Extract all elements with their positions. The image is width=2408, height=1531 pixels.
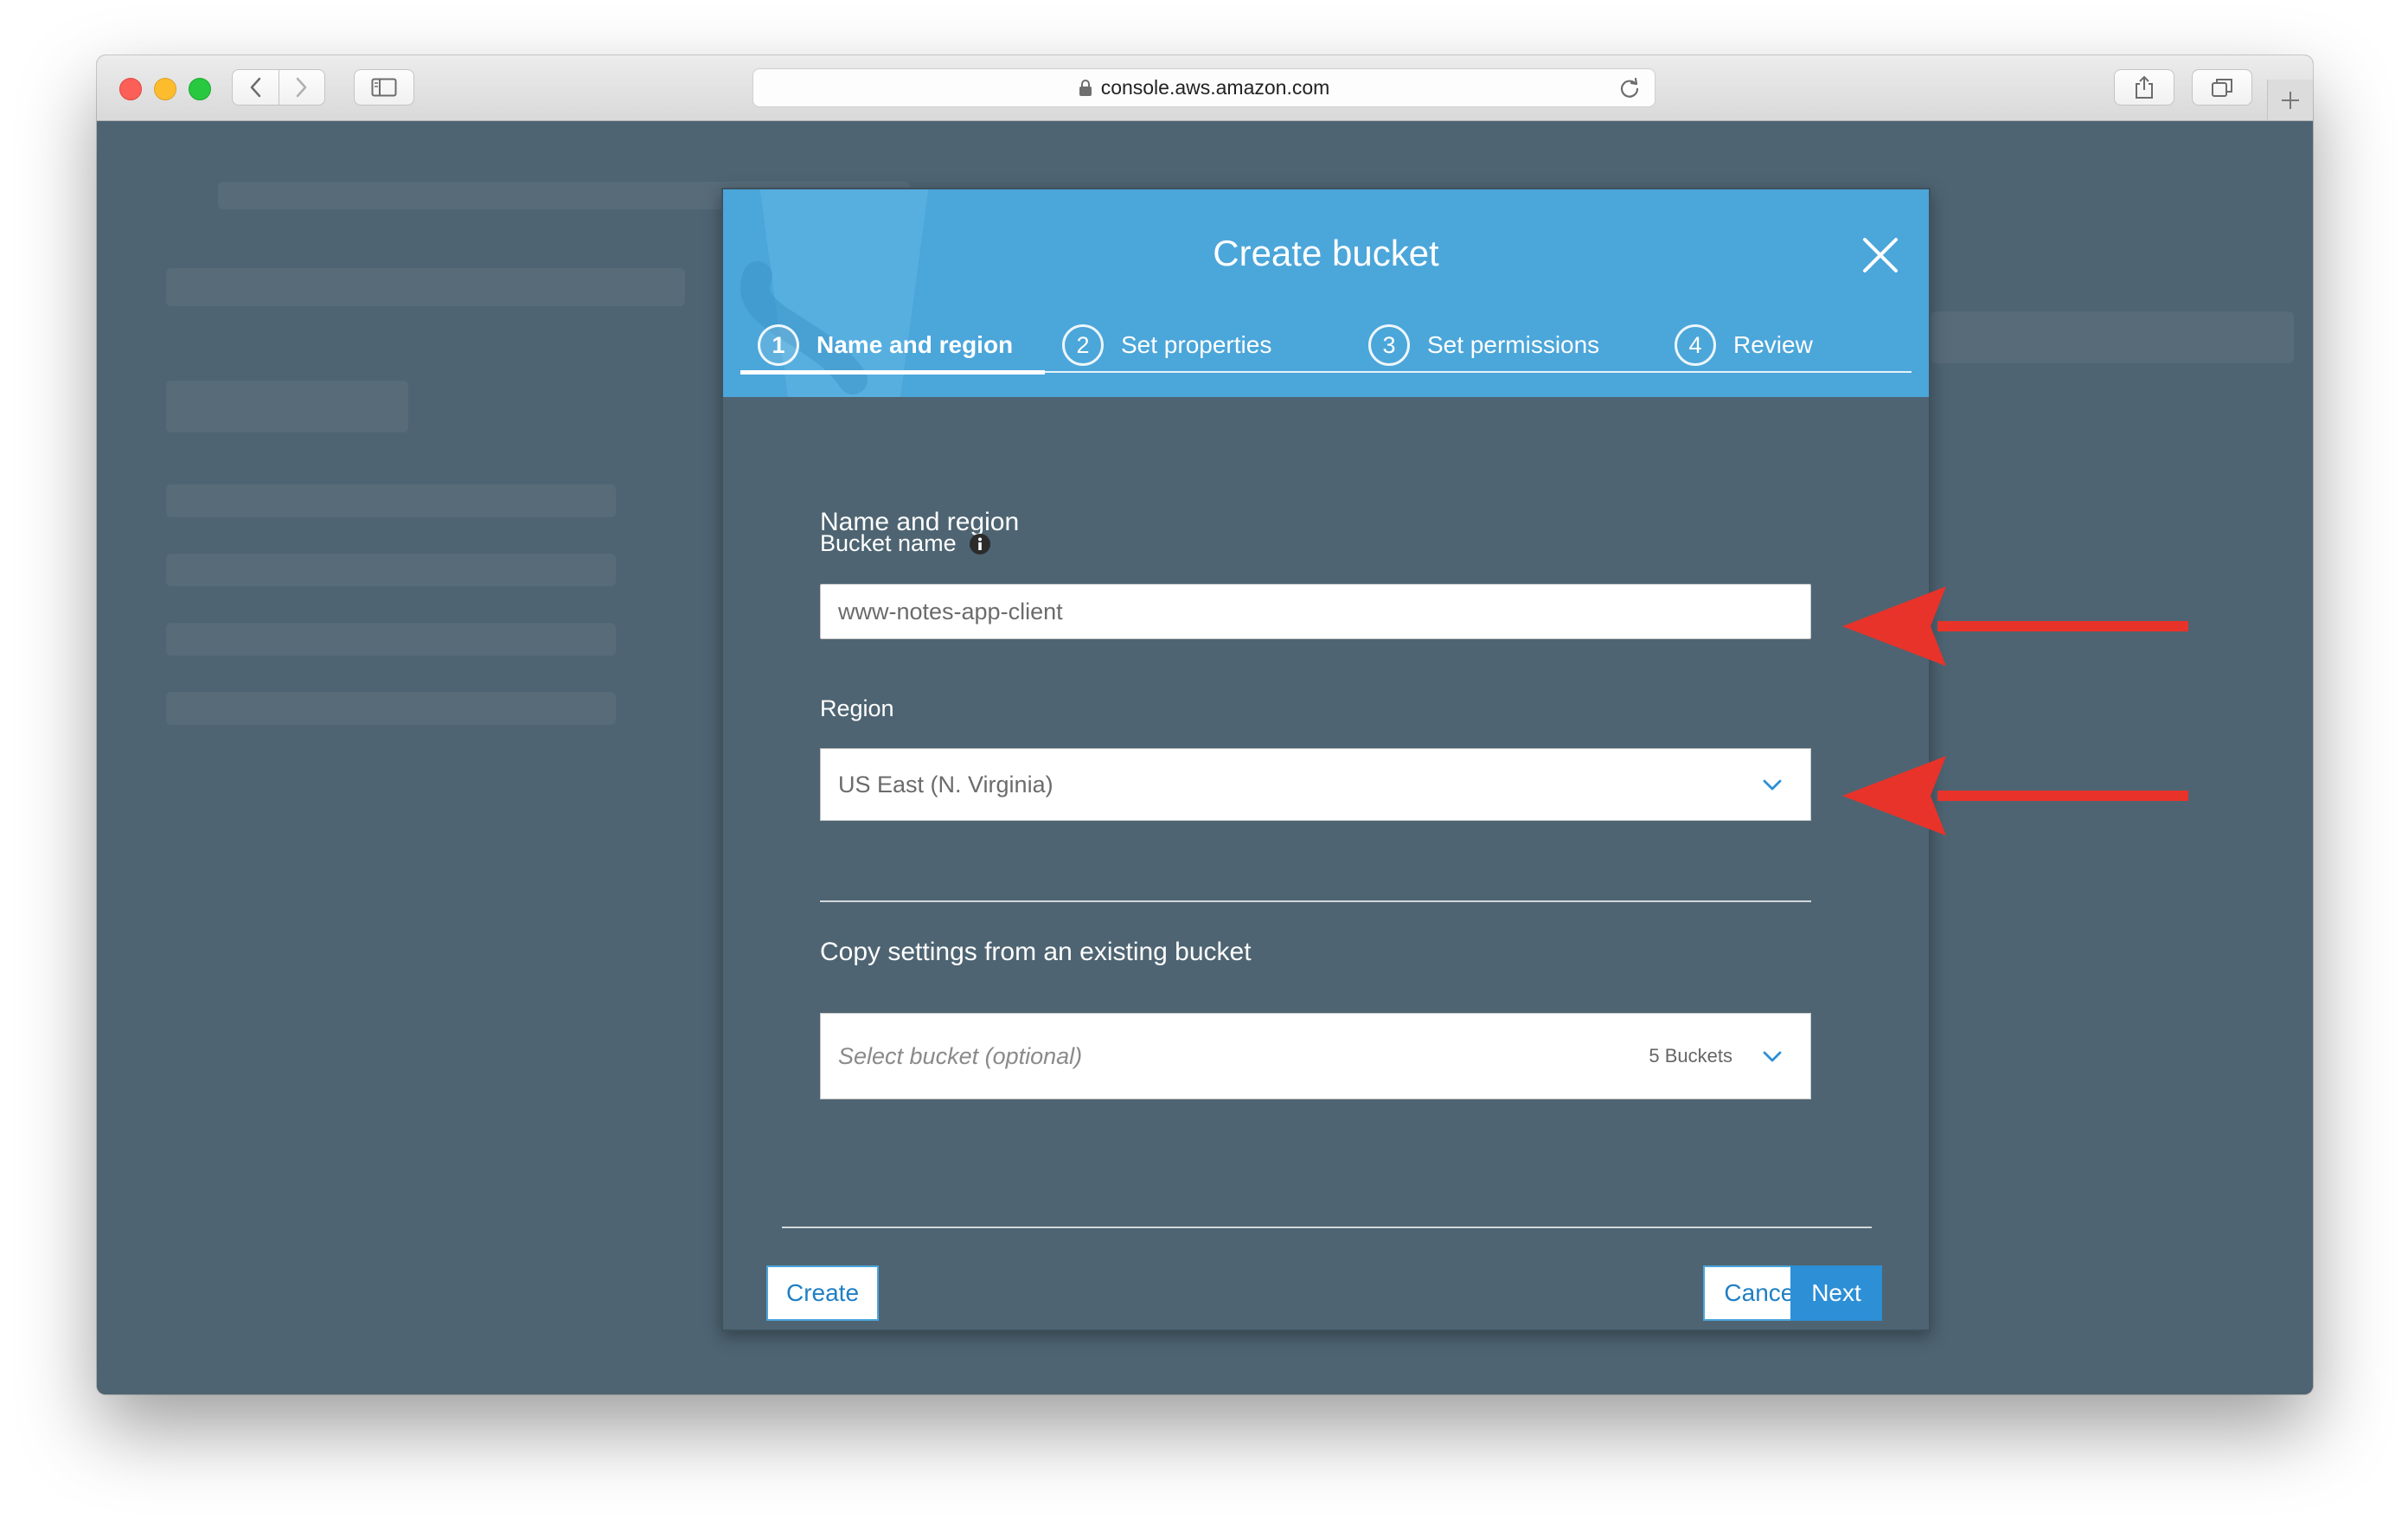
region-select[interactable]: US East (N. Virginia) — [820, 748, 1811, 821]
chevron-right-icon — [296, 77, 306, 98]
dialog-title: Create bucket — [1213, 233, 1439, 273]
sidebar-toggle-button[interactable] — [354, 69, 414, 106]
faded-table-row — [166, 484, 616, 517]
chevron-down-icon — [1763, 1051, 1782, 1062]
chevron-left-icon — [251, 77, 261, 98]
new-tab-button[interactable] — [2267, 80, 2313, 120]
faded-table-row — [166, 692, 616, 725]
info-icon[interactable] — [969, 533, 991, 555]
region-selected-value: US East (N. Virginia) — [838, 771, 1054, 798]
region-label: Region — [820, 695, 894, 721]
address-bar[interactable]: console.aws.amazon.com — [752, 68, 1656, 107]
sidebar-icon — [371, 78, 397, 97]
share-button[interactable] — [2114, 69, 2174, 106]
footer-divider — [782, 1227, 1872, 1228]
next-button[interactable]: Next — [1790, 1265, 1882, 1321]
step-number: 1 — [758, 324, 799, 366]
faded-table-row — [166, 623, 616, 656]
zoom-window-button[interactable] — [189, 78, 211, 100]
step-label: Review — [1733, 331, 1813, 358]
faded-toolbar-button — [166, 381, 408, 432]
browser-window: console.aws.amazon.com Create bucket 1 N… — [97, 55, 2313, 1394]
step-number: 2 — [1062, 324, 1104, 366]
step-set-permissions[interactable]: 3 Set permissions — [1368, 321, 1599, 369]
minimize-window-button[interactable] — [154, 78, 176, 100]
wizard-steps: 1 Name and region 2 Set properties 3 Set… — [740, 321, 1912, 375]
forward-button[interactable] — [278, 70, 325, 105]
create-button[interactable]: Create — [766, 1265, 879, 1321]
close-icon[interactable] — [1860, 234, 1901, 276]
step-name-and-region[interactable]: 1 Name and region — [758, 321, 1013, 369]
faded-table-row — [166, 554, 616, 586]
url-text: console.aws.amazon.com — [1100, 76, 1330, 99]
copy-settings-title: Copy settings from an existing bucket — [820, 938, 1252, 966]
step-number: 4 — [1675, 324, 1716, 366]
arrow-left-icon — [1842, 756, 2188, 836]
share-icon — [2136, 75, 2153, 99]
copy-settings-placeholder: Select bucket (optional) — [838, 1042, 1083, 1069]
step-label: Name and region — [817, 331, 1014, 358]
dialog-header: Create bucket 1 Name and region 2 Set pr… — [723, 189, 1929, 397]
bucket-name-label: Bucket name — [820, 530, 991, 557]
copy-settings-bucket-select[interactable]: Select bucket (optional) 5 Buckets — [820, 1013, 1811, 1099]
active-step-underline — [740, 370, 1045, 375]
browser-toolbar: console.aws.amazon.com — [97, 55, 2313, 121]
close-window-button[interactable] — [119, 78, 142, 100]
plus-icon — [2282, 91, 2299, 109]
faded-side-panel — [1931, 311, 2294, 363]
step-review[interactable]: 4 Review — [1675, 321, 1813, 369]
bucket-name-label-text: Bucket name — [820, 530, 957, 556]
create-bucket-dialog: Create bucket 1 Name and region 2 Set pr… — [721, 188, 1931, 1331]
faded-page-title — [166, 268, 685, 306]
step-number: 3 — [1368, 324, 1410, 366]
show-tabs-button[interactable] — [2192, 69, 2252, 106]
navigation-buttons — [232, 69, 325, 106]
bucket-name-input[interactable] — [820, 584, 1811, 639]
tabs-icon — [2212, 79, 2232, 97]
bucket-count: 5 Buckets — [1649, 1045, 1732, 1067]
arrow-left-icon — [1842, 586, 2188, 666]
back-button[interactable] — [233, 70, 279, 105]
section-divider — [820, 900, 1811, 902]
step-label: Set permissions — [1427, 331, 1600, 358]
reload-icon[interactable] — [1618, 77, 1641, 99]
step-set-properties[interactable]: 2 Set properties — [1062, 321, 1271, 369]
lock-icon — [1079, 79, 1092, 96]
chevron-down-icon — [1763, 779, 1782, 791]
step-label: Set properties — [1121, 331, 1272, 358]
